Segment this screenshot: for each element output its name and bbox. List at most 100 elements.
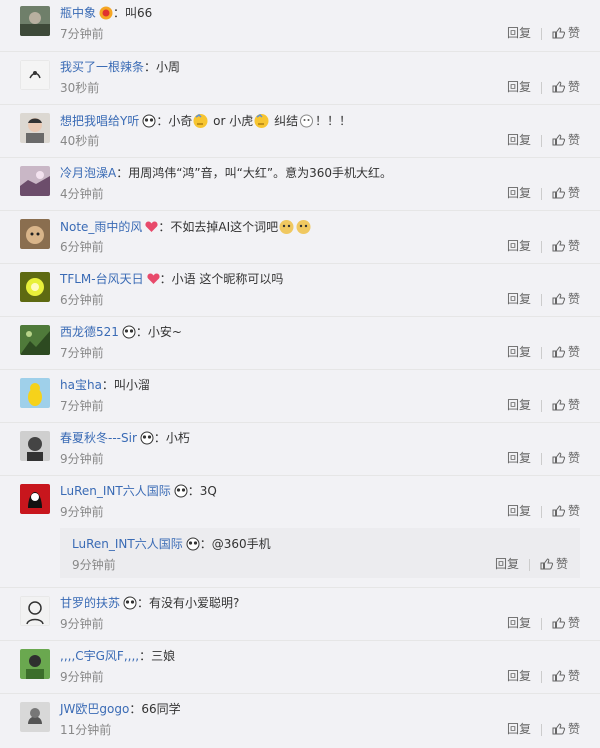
comment-actions: 回复 赞 <box>507 503 580 519</box>
like-icon[interactable] <box>552 81 565 93</box>
like-icon[interactable] <box>552 452 565 464</box>
like-icon[interactable] <box>552 240 565 252</box>
reply-button[interactable]: 回复 <box>507 504 531 518</box>
comment-text: ：小语 这个昵称可以吗 <box>159 272 284 286</box>
comment-item: 西龙德521 ：小安~ 7分钟前 回复 赞 <box>0 317 600 370</box>
like-icon[interactable] <box>552 670 565 682</box>
reply-button[interactable]: 回复 <box>507 722 531 736</box>
reply-button[interactable]: 回复 <box>507 186 531 200</box>
like-button[interactable]: 赞 <box>568 616 580 630</box>
comment-item: 冷月泡澡A：用周鸿伟“鸿”音，叫“大红”。意为360手机大红。 4分钟前 回复 赞 <box>0 158 600 211</box>
comment-actions: 回复 赞 <box>507 721 580 737</box>
comment-actions: 回复 赞 <box>507 668 580 684</box>
comment-item: 我买了一根辣条：小周 30秒前 回复 赞 <box>0 52 600 105</box>
like-button[interactable]: 赞 <box>568 186 580 200</box>
like-button[interactable]: 赞 <box>568 133 580 147</box>
comment-item: 瓶中象 ：叫66 7分钟前 回复 赞 <box>0 0 600 52</box>
comment-text: ：小朽 <box>153 431 190 445</box>
reply-button[interactable]: 回复 <box>507 616 531 630</box>
comment-time: 9分钟前 <box>60 452 104 466</box>
comment-username[interactable]: 想把我唱给Y听 <box>60 114 139 128</box>
comment-actions: 回复 赞 <box>507 185 580 201</box>
reply-button[interactable]: 回复 <box>507 292 531 306</box>
comment-text: ：有没有小爱聪明? <box>137 596 240 610</box>
like-icon[interactable] <box>552 346 565 358</box>
reply-button[interactable]: 回复 <box>507 239 531 253</box>
comment-actions: 回复 赞 <box>507 79 580 95</box>
comment-actions: 回复 赞 <box>507 450 580 466</box>
avatar[interactable] <box>20 484 50 514</box>
comment-text-part: or 小虎 <box>209 114 254 128</box>
comment-username[interactable]: 瓶中象 <box>60 6 96 20</box>
comment-username[interactable]: LuRen_INT六人国际 <box>60 484 171 498</box>
like-icon[interactable] <box>552 134 565 146</box>
avatar[interactable] <box>20 166 50 196</box>
reply-button[interactable]: 回复 <box>507 398 531 412</box>
comment-username[interactable]: 西龙德521 <box>60 325 119 339</box>
like-button[interactable]: 赞 <box>568 669 580 683</box>
comment-time: 30秒前 <box>60 81 100 95</box>
comment-text: ：用周鸿伟“鸿”音，叫“大红”。意为360手机大红。 <box>116 166 392 180</box>
reply-button[interactable]: 回复 <box>507 451 531 465</box>
like-icon[interactable] <box>552 399 565 411</box>
avatar[interactable] <box>20 113 50 143</box>
comment-username[interactable]: 我买了一根辣条 <box>60 60 144 74</box>
avatar[interactable] <box>20 649 50 679</box>
avatar[interactable] <box>20 378 50 408</box>
like-button[interactable]: 赞 <box>568 504 580 518</box>
like-button[interactable]: 赞 <box>568 26 580 40</box>
avatar[interactable] <box>20 219 50 249</box>
reply-button[interactable]: 回复 <box>495 557 519 571</box>
comment-username[interactable]: 甘罗的扶苏 <box>60 596 120 610</box>
avatar[interactable] <box>20 272 50 302</box>
reply-time: 9分钟前 <box>72 558 116 572</box>
like-icon[interactable] <box>552 187 565 199</box>
reply-button[interactable]: 回复 <box>507 345 531 359</box>
like-icon[interactable] <box>552 723 565 735</box>
comment-text: ：小安~ <box>135 325 182 339</box>
like-button[interactable]: 赞 <box>568 722 580 736</box>
comment-username[interactable]: ha宝ha <box>60 378 102 392</box>
avatar[interactable] <box>20 702 50 732</box>
like-button[interactable]: 赞 <box>568 80 580 94</box>
like-button[interactable]: 赞 <box>568 345 580 359</box>
nested-reply: LuRen_INT六人国际 ：@360手机 9分钟前 回复 赞 <box>60 528 580 578</box>
like-icon[interactable] <box>552 617 565 629</box>
reply-button[interactable]: 回复 <box>507 669 531 683</box>
avatar[interactable] <box>20 60 50 90</box>
panda-badge-icon <box>186 537 200 551</box>
reply-button[interactable]: 回复 <box>507 133 531 147</box>
like-icon[interactable] <box>552 505 565 517</box>
like-button[interactable]: 赞 <box>568 239 580 253</box>
comment-username[interactable]: JW欧巴gogo <box>60 702 129 716</box>
like-button[interactable]: 赞 <box>556 557 568 571</box>
reply-button[interactable]: 回复 <box>507 80 531 94</box>
comment-username[interactable]: TFLM-台风天日 <box>60 272 144 286</box>
comment-time: 6分钟前 <box>60 293 104 307</box>
reply-button[interactable]: 回复 <box>507 26 531 40</box>
like-button[interactable]: 赞 <box>568 451 580 465</box>
comment-username[interactable]: Note_雨中的风 <box>60 220 142 234</box>
like-icon[interactable] <box>540 558 553 570</box>
avatar[interactable] <box>20 6 50 36</box>
avatar[interactable] <box>20 596 50 626</box>
comment-username[interactable]: ,,,,C宇G风F,,,, <box>60 649 139 663</box>
like-button[interactable]: 赞 <box>568 398 580 412</box>
comment-time: 7分钟前 <box>60 399 104 413</box>
reply-actions: 回复 赞 <box>495 556 568 572</box>
panda-badge-icon <box>123 596 137 610</box>
comment-item: ha宝ha：叫小溜 7分钟前 回复 赞 <box>0 370 600 423</box>
comment-text: ：不如去掉AI这个词吧 <box>158 220 279 234</box>
like-icon[interactable] <box>552 293 565 305</box>
comment-text: ：小奇 <box>156 114 193 128</box>
comment-actions: 回复 赞 <box>507 132 580 148</box>
comment-text: ：66同学 <box>129 702 181 716</box>
comment-text-part: 纠结 <box>270 114 299 128</box>
avatar[interactable] <box>20 431 50 461</box>
comment-username[interactable]: 冷月泡澡A <box>60 166 116 180</box>
comment-username[interactable]: 春夏秋冬---Sir <box>60 431 137 445</box>
reply-username[interactable]: LuRen_INT六人国际 <box>72 537 183 551</box>
like-icon[interactable] <box>552 27 565 39</box>
like-button[interactable]: 赞 <box>568 292 580 306</box>
avatar[interactable] <box>20 325 50 355</box>
